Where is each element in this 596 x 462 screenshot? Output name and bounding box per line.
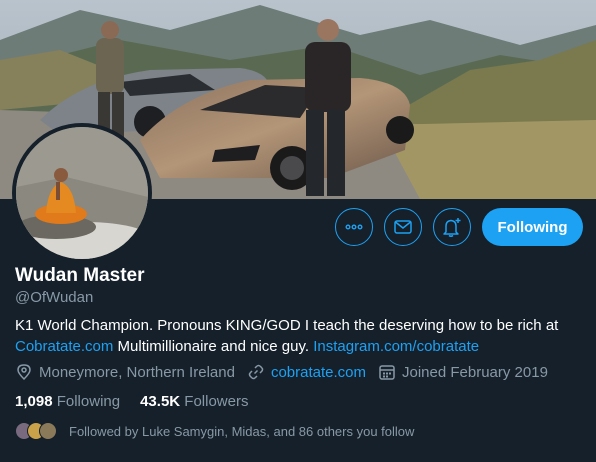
location-pin-icon: [17, 364, 31, 381]
bio-text: Multimillionaire and nice guy.: [113, 338, 314, 355]
envelope-icon: [394, 220, 412, 234]
joined-text: Joined February 2019: [401, 363, 548, 381]
profile-actions: Following: [324, 208, 583, 246]
bio-link-cobratate[interactable]: Cobratate.com: [15, 338, 113, 355]
more-dots-icon: [345, 224, 363, 230]
followers-label: Followers: [184, 393, 249, 410]
calendar-icon: [379, 365, 395, 380]
mini-avatar: [39, 422, 57, 440]
profile-avatar[interactable]: [12, 123, 152, 263]
following-count: 1,098: [15, 393, 53, 410]
followers-stat[interactable]: 43.5K Followers: [140, 393, 248, 410]
more-button[interactable]: [335, 208, 373, 246]
followed-by-text: Followed by Luke Samygin, Midas, and 86 …: [69, 423, 415, 439]
location-text: Moneymore, Northern Ireland: [39, 363, 235, 381]
bell-plus-icon: [443, 218, 461, 237]
avatar-image: [16, 127, 148, 259]
message-button[interactable]: [384, 208, 422, 246]
followed-by-avatars: [15, 422, 57, 440]
profile-handle: @OfWudan: [15, 289, 94, 306]
profile-meta: Moneymore, Northern Ireland cobratate.co…: [15, 363, 560, 381]
profile-stats: 1,098 Following 43.5K Followers: [15, 393, 268, 410]
website-item[interactable]: cobratate.com: [247, 363, 366, 381]
location-item: Moneymore, Northern Ireland: [15, 363, 235, 381]
notifications-button[interactable]: [433, 208, 471, 246]
followed-by[interactable]: Followed by Luke Samygin, Midas, and 86 …: [15, 422, 414, 440]
link-icon: [248, 364, 264, 380]
bio-link-instagram[interactable]: Instagram.com/cobratate: [313, 338, 479, 355]
joined-item: Joined February 2019: [378, 363, 548, 381]
following-stat[interactable]: 1,098 Following: [15, 393, 120, 410]
following-button[interactable]: Following: [482, 208, 583, 246]
website-link[interactable]: cobratate.com: [271, 364, 366, 381]
following-label: Following: [56, 393, 121, 410]
followers-count: 43.5K: [140, 393, 181, 410]
profile-bio: K1 World Champion. Pronouns KING/GOD I t…: [15, 315, 585, 357]
bio-text: K1 World Champion. Pronouns KING/GOD I t…: [15, 317, 559, 334]
profile-name: Wudan Master: [15, 265, 145, 286]
